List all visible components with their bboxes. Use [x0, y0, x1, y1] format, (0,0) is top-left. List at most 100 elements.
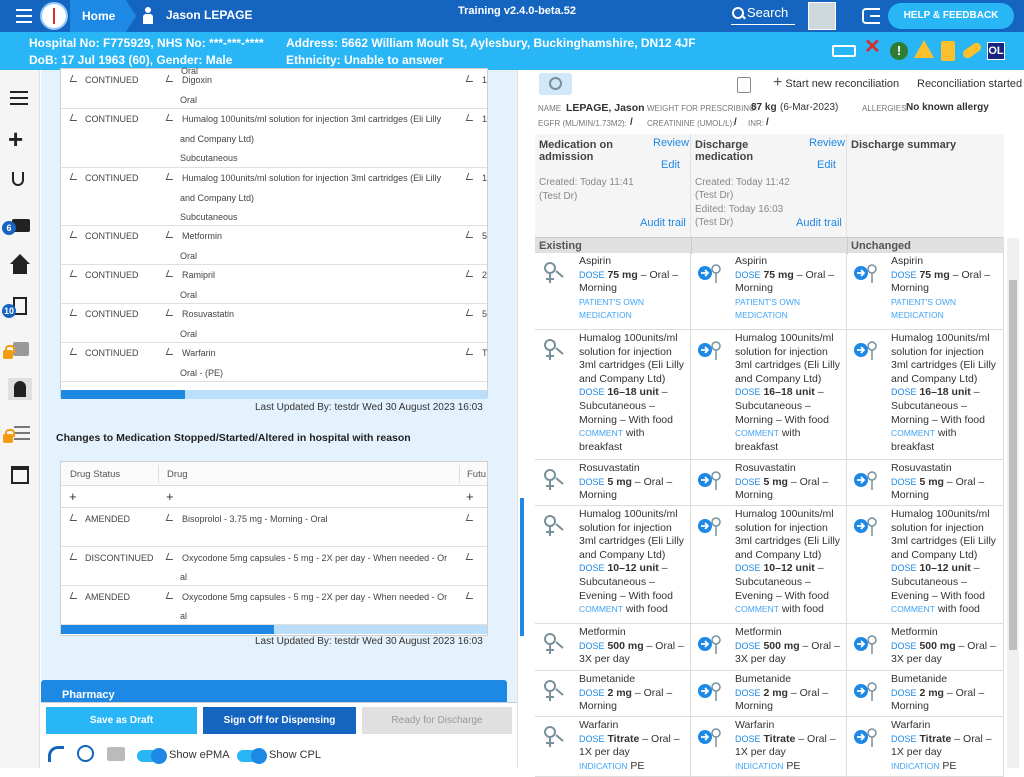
horizontal-scrollbar-2[interactable]: [61, 625, 487, 634]
bed-icon[interactable]: [832, 45, 856, 57]
med-cell[interactable]: Bumetanide DOSE 2 mg – Oral – Morning: [691, 671, 847, 717]
admission-edit-link[interactable]: Edit: [661, 159, 680, 171]
edit-icon[interactable]: [69, 592, 80, 599]
continued-med-row[interactable]: CONTINUED 2 Ramipril Oral: [61, 265, 487, 304]
med-cell[interactable]: Rosuvastatin DOSE 5 mg – Oral – Morning: [535, 460, 691, 506]
edit-document-icon[interactable]: 10: [2, 296, 32, 318]
discharge-icon[interactable]: [8, 378, 32, 400]
print-icon[interactable]: [107, 747, 125, 761]
med-cell[interactable]: Bumetanide DOSE 2 mg – Oral – Morning: [535, 671, 691, 717]
horizontal-scrollbar[interactable]: [61, 390, 487, 399]
continued-med-row[interactable]: CONTINUED 1 Digoxin Oral: [61, 70, 487, 109]
edit-icon[interactable]: [465, 553, 476, 560]
edit-icon[interactable]: [465, 348, 476, 355]
stethoscope-icon[interactable]: [8, 170, 32, 192]
edit-icon[interactable]: [69, 309, 80, 316]
menu-icon[interactable]: [16, 9, 32, 23]
home-icon[interactable]: [8, 254, 32, 276]
panel-splitter[interactable]: [517, 70, 527, 768]
med-cell[interactable]: Bumetanide DOSE 2 mg – Oral – Morning: [847, 671, 1004, 717]
splitter-handle[interactable]: [520, 498, 524, 636]
clipboard-add-icon[interactable]: [737, 77, 751, 93]
pharmacy-section[interactable]: Pharmacy: [41, 680, 507, 702]
hospital-icon[interactable]: [808, 2, 836, 30]
help-feedback-button[interactable]: HELP & FEEDBACK: [888, 3, 1014, 29]
link-icon-button[interactable]: [539, 73, 572, 95]
transfer-icon[interactable]: [3, 339, 32, 361]
edit-icon[interactable]: [465, 173, 476, 180]
med-cell[interactable]: Rosuvastatin DOSE 5 mg – Oral – Morning: [691, 460, 847, 506]
discharge-audit-trail-link[interactable]: Audit trail: [796, 217, 842, 229]
discharge-review-link[interactable]: Review: [809, 137, 845, 149]
edit-icon[interactable]: [165, 173, 176, 180]
change-row[interactable]: AMENDED Oxycodone 5mg capsules - 5 mg - …: [61, 586, 487, 625]
edit-icon[interactable]: [165, 553, 176, 560]
ready-for-discharge-button[interactable]: Ready for Discharge: [362, 707, 512, 734]
list-icon[interactable]: [8, 88, 32, 110]
continued-med-row[interactable]: CONTINUED 1 Humalog 100units/ml solution …: [61, 168, 487, 226]
history-icon[interactable]: [77, 745, 94, 762]
edit-icon[interactable]: [465, 309, 476, 316]
user-initials-badge[interactable]: OL: [987, 42, 1005, 60]
med-cell[interactable]: Humalog 100units/ml solution for injectio…: [535, 330, 691, 460]
add-status-button[interactable]: +: [69, 489, 77, 504]
med-cell[interactable]: Warfarin DOSE Titrate – Oral –1X per day I…: [691, 717, 847, 777]
change-row[interactable]: AMENDED Bisoprolol - 3.75 mg - Morning -…: [61, 508, 487, 547]
add-future-button[interactable]: +: [466, 489, 474, 504]
vertical-scroll-thumb[interactable]: [1009, 280, 1017, 650]
building-icon[interactable]: [8, 464, 32, 486]
clipboard-icon[interactable]: [941, 41, 955, 61]
med-cell[interactable]: Humalog 100units/ml solution for injectio…: [691, 330, 847, 460]
discharge-edit-link[interactable]: Edit: [817, 159, 836, 171]
edit-icon[interactable]: [69, 114, 80, 121]
edit-icon[interactable]: [69, 231, 80, 238]
med-cell[interactable]: Metformin DOSE 500 mg – Oral –3X per day: [691, 624, 847, 671]
edit-icon[interactable]: [465, 114, 476, 121]
med-cell[interactable]: Rosuvastatin DOSE 5 mg – Oral – Morning: [847, 460, 1004, 506]
admission-audit-trail-link[interactable]: Audit trail: [640, 217, 686, 229]
camera-icon[interactable]: 6: [2, 213, 32, 235]
med-cell[interactable]: Humalog 100units/ml solution for injectio…: [847, 330, 1004, 460]
show-cpl-toggle[interactable]: [237, 748, 267, 764]
save-as-draft-button[interactable]: Save as Draft: [46, 707, 197, 734]
edit-icon[interactable]: [165, 514, 176, 521]
med-cell[interactable]: Aspirin DOSE 75 mg – Oral – Morning PATIENT…: [847, 253, 1004, 330]
edit-icon[interactable]: [465, 270, 476, 277]
med-cell[interactable]: Warfarin DOSE Titrate – Oral –1X per day I…: [535, 717, 691, 777]
edit-icon[interactable]: [465, 514, 476, 521]
med-cell[interactable]: Metformin DOSE 500 mg – Oral –3X per day: [535, 624, 691, 671]
edit-icon[interactable]: [69, 553, 80, 560]
edit-icon[interactable]: [165, 114, 176, 121]
continued-med-row[interactable]: CONTINUED 5 Rosuvastatin Oral: [61, 304, 487, 343]
vertical-scrollbar[interactable]: [1007, 238, 1019, 768]
show-epma-toggle[interactable]: [137, 748, 167, 764]
med-cell[interactable]: Humalog 100units/ml solution for injectio…: [847, 506, 1004, 624]
edit-icon[interactable]: [465, 75, 476, 82]
med-cell[interactable]: Metformin DOSE 500 mg – Oral –3X per day: [847, 624, 1004, 671]
change-row[interactable]: DISCONTINUED Oxycodone 5mg capsules - 5 …: [61, 547, 487, 586]
home-tab[interactable]: Home: [70, 0, 136, 32]
med-cell[interactable]: Humalog 100units/ml solution for injectio…: [535, 506, 691, 624]
patient-name-tab[interactable]: Jason LEPAGE: [142, 0, 252, 32]
edit-icon[interactable]: [69, 75, 80, 82]
edit-icon[interactable]: [69, 348, 80, 355]
continued-med-row[interactable]: CONTINUED T Warfarin Oral - (PE): [61, 343, 488, 382]
edit-icon[interactable]: [69, 173, 80, 180]
start-new-reconciliation-button[interactable]: + Start new reconciliation: [773, 75, 899, 91]
edit-icon[interactable]: [69, 514, 80, 521]
allergy-x-icon[interactable]: ✕: [864, 37, 882, 57]
add-icon[interactable]: +: [8, 126, 32, 152]
admission-review-link[interactable]: Review: [653, 137, 689, 149]
edit-icon[interactable]: [165, 309, 176, 316]
warning-icon[interactable]: [914, 40, 934, 58]
edit-icon[interactable]: [465, 231, 476, 238]
med-cell[interactable]: Aspirin DOSE 75 mg – Oral – Morning PATIENT…: [691, 253, 847, 330]
pill-icon[interactable]: [961, 41, 983, 60]
undo-icon[interactable]: [48, 746, 64, 762]
checklist-icon[interactable]: [3, 423, 32, 445]
search-button[interactable]: Search: [731, 3, 795, 25]
edit-icon[interactable]: [165, 75, 176, 82]
edit-icon[interactable]: [165, 348, 176, 355]
edit-icon[interactable]: [465, 592, 476, 599]
edit-icon[interactable]: [165, 592, 176, 599]
